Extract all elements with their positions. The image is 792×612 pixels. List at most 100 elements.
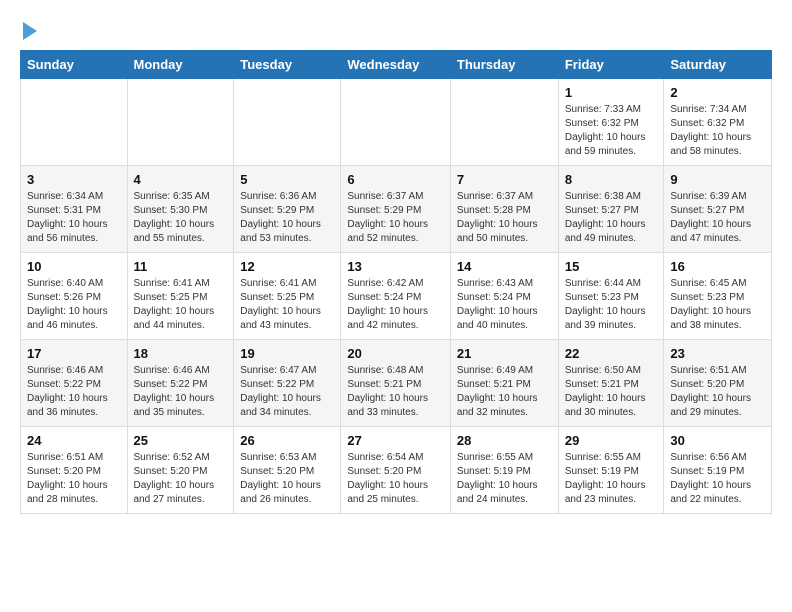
calendar-cell: 23 Sunrise: 6:51 AMSunset: 5:20 PMDayligh… [664, 340, 772, 427]
day-detail: Sunrise: 6:37 AMSunset: 5:28 PMDaylight:… [457, 190, 552, 246]
day-number: 26 [240, 433, 334, 448]
day-detail: Sunrise: 6:48 AMSunset: 5:21 PMDaylight:… [347, 364, 444, 420]
day-number: 9 [670, 172, 765, 187]
day-detail: Sunrise: 6:36 AMSunset: 5:29 PMDaylight:… [240, 190, 334, 246]
calendar-cell: 14 Sunrise: 6:43 AMSunset: 5:24 PMDayligh… [450, 253, 558, 340]
weekday-header-thursday: Thursday [450, 51, 558, 79]
calendar-cell: 27 Sunrise: 6:54 AMSunset: 5:20 PMDayligh… [341, 427, 451, 514]
day-number: 19 [240, 346, 334, 361]
calendar-cell: 28 Sunrise: 6:55 AMSunset: 5:19 PMDayligh… [450, 427, 558, 514]
day-number: 1 [565, 85, 658, 100]
day-detail: Sunrise: 6:41 AMSunset: 5:25 PMDaylight:… [134, 277, 228, 333]
calendar-cell: 12 Sunrise: 6:41 AMSunset: 5:25 PMDayligh… [234, 253, 341, 340]
calendar-cell: 10 Sunrise: 6:40 AMSunset: 5:26 PMDayligh… [21, 253, 128, 340]
logo [20, 20, 37, 40]
calendar-cell: 22 Sunrise: 6:50 AMSunset: 5:21 PMDayligh… [558, 340, 664, 427]
day-number: 11 [134, 259, 228, 274]
calendar-cell: 29 Sunrise: 6:55 AMSunset: 5:19 PMDayligh… [558, 427, 664, 514]
calendar-cell: 3 Sunrise: 6:34 AMSunset: 5:31 PMDaylight… [21, 166, 128, 253]
calendar-cell: 9Sunrise: 6:39 AMSunset: 5:27 PMDaylight… [664, 166, 772, 253]
day-detail: Sunrise: 6:40 AMSunset: 5:26 PMDaylight:… [27, 277, 121, 333]
day-detail: Sunrise: 6:52 AMSunset: 5:20 PMDaylight:… [134, 451, 228, 507]
day-number: 8 [565, 172, 658, 187]
day-number: 27 [347, 433, 444, 448]
day-number: 5 [240, 172, 334, 187]
day-number: 7 [457, 172, 552, 187]
day-detail: Sunrise: 6:51 AMSunset: 5:20 PMDaylight:… [27, 451, 121, 507]
day-detail: Sunrise: 6:41 AMSunset: 5:25 PMDaylight:… [240, 277, 334, 333]
day-number: 20 [347, 346, 444, 361]
day-detail: Sunrise: 6:49 AMSunset: 5:21 PMDaylight:… [457, 364, 552, 420]
day-detail: Sunrise: 6:54 AMSunset: 5:20 PMDaylight:… [347, 451, 444, 507]
calendar-cell: 13 Sunrise: 6:42 AMSunset: 5:24 PMDayligh… [341, 253, 451, 340]
day-detail: Sunrise: 6:51 AMSunset: 5:20 PMDaylight:… [670, 364, 765, 420]
day-detail: Sunrise: 6:46 AMSunset: 5:22 PMDaylight:… [27, 364, 121, 420]
calendar-cell: 24 Sunrise: 6:51 AMSunset: 5:20 PMDayligh… [21, 427, 128, 514]
day-detail: Sunrise: 6:45 AMSunset: 5:23 PMDaylight:… [670, 277, 765, 333]
header [20, 20, 772, 40]
day-number: 23 [670, 346, 765, 361]
day-number: 14 [457, 259, 552, 274]
day-number: 15 [565, 259, 658, 274]
day-number: 10 [27, 259, 121, 274]
calendar-cell: 19 Sunrise: 6:47 AMSunset: 5:22 PMDayligh… [234, 340, 341, 427]
day-number: 30 [670, 433, 765, 448]
day-number: 13 [347, 259, 444, 274]
day-detail: Sunrise: 6:34 AMSunset: 5:31 PMDaylight:… [27, 190, 121, 246]
weekday-header-friday: Friday [558, 51, 664, 79]
weekday-header-wednesday: Wednesday [341, 51, 451, 79]
calendar-cell: 18Sunrise: 6:46 AMSunset: 5:22 PMDayligh… [127, 340, 234, 427]
calendar-cell: 30 Sunrise: 6:56 AMSunset: 5:19 PMDayligh… [664, 427, 772, 514]
day-number: 24 [27, 433, 121, 448]
day-number: 2 [670, 85, 765, 100]
day-detail: Sunrise: 6:44 AMSunset: 5:23 PMDaylight:… [565, 277, 658, 333]
day-number: 28 [457, 433, 552, 448]
calendar-cell: 6Sunrise: 6:37 AMSunset: 5:29 PMDaylight… [341, 166, 451, 253]
calendar-cell: 2Sunrise: 7:34 AMSunset: 6:32 PMDaylight… [664, 79, 772, 166]
day-detail: Sunrise: 6:37 AMSunset: 5:29 PMDaylight:… [347, 190, 444, 246]
calendar-cell: 5 Sunrise: 6:36 AMSunset: 5:29 PMDaylight… [234, 166, 341, 253]
calendar-cell: 7 Sunrise: 6:37 AMSunset: 5:28 PMDaylight… [450, 166, 558, 253]
calendar-table: SundayMondayTuesdayWednesdayThursdayFrid… [20, 50, 772, 514]
day-number: 25 [134, 433, 228, 448]
day-detail: Sunrise: 6:35 AMSunset: 5:30 PMDaylight:… [134, 190, 228, 246]
calendar-cell: 21 Sunrise: 6:49 AMSunset: 5:21 PMDayligh… [450, 340, 558, 427]
day-number: 29 [565, 433, 658, 448]
calendar-cell: 4 Sunrise: 6:35 AMSunset: 5:30 PMDaylight… [127, 166, 234, 253]
day-detail: Sunrise: 6:38 AMSunset: 5:27 PMDaylight:… [565, 190, 658, 246]
calendar-cell: 17 Sunrise: 6:46 AMSunset: 5:22 PMDayligh… [21, 340, 128, 427]
day-detail: Sunrise: 6:53 AMSunset: 5:20 PMDaylight:… [240, 451, 334, 507]
day-number: 22 [565, 346, 658, 361]
day-detail: Sunrise: 7:33 AMSunset: 6:32 PMDaylight:… [565, 103, 658, 159]
day-detail: Sunrise: 6:50 AMSunset: 5:21 PMDaylight:… [565, 364, 658, 420]
calendar-cell: 16 Sunrise: 6:45 AMSunset: 5:23 PMDayligh… [664, 253, 772, 340]
day-detail: Sunrise: 6:55 AMSunset: 5:19 PMDaylight:… [565, 451, 658, 507]
calendar-cell: 1 Sunrise: 7:33 AMSunset: 6:32 PMDaylight… [558, 79, 664, 166]
day-detail: Sunrise: 6:42 AMSunset: 5:24 PMDaylight:… [347, 277, 444, 333]
day-number: 21 [457, 346, 552, 361]
day-detail: Sunrise: 6:43 AMSunset: 5:24 PMDaylight:… [457, 277, 552, 333]
weekday-header-tuesday: Tuesday [234, 51, 341, 79]
day-number: 4 [134, 172, 228, 187]
calendar-cell: 8 Sunrise: 6:38 AMSunset: 5:27 PMDaylight… [558, 166, 664, 253]
day-number: 12 [240, 259, 334, 274]
calendar-cell [127, 79, 234, 166]
weekday-header-monday: Monday [127, 51, 234, 79]
weekday-header-saturday: Saturday [664, 51, 772, 79]
day-number: 17 [27, 346, 121, 361]
day-number: 16 [670, 259, 765, 274]
day-detail: Sunrise: 6:55 AMSunset: 5:19 PMDaylight:… [457, 451, 552, 507]
day-detail: Sunrise: 6:47 AMSunset: 5:22 PMDaylight:… [240, 364, 334, 420]
day-number: 3 [27, 172, 121, 187]
calendar-cell: 15 Sunrise: 6:44 AMSunset: 5:23 PMDayligh… [558, 253, 664, 340]
logo-arrow-icon [23, 22, 37, 40]
day-number: 18 [134, 346, 228, 361]
calendar-cell [21, 79, 128, 166]
calendar-cell [450, 79, 558, 166]
calendar-cell: 11 Sunrise: 6:41 AMSunset: 5:25 PMDayligh… [127, 253, 234, 340]
calendar-cell: 20 Sunrise: 6:48 AMSunset: 5:21 PMDayligh… [341, 340, 451, 427]
calendar-cell: 25 Sunrise: 6:52 AMSunset: 5:20 PMDayligh… [127, 427, 234, 514]
calendar-cell [234, 79, 341, 166]
day-detail: Sunrise: 6:56 AMSunset: 5:19 PMDaylight:… [670, 451, 765, 507]
calendar-cell: 26 Sunrise: 6:53 AMSunset: 5:20 PMDayligh… [234, 427, 341, 514]
